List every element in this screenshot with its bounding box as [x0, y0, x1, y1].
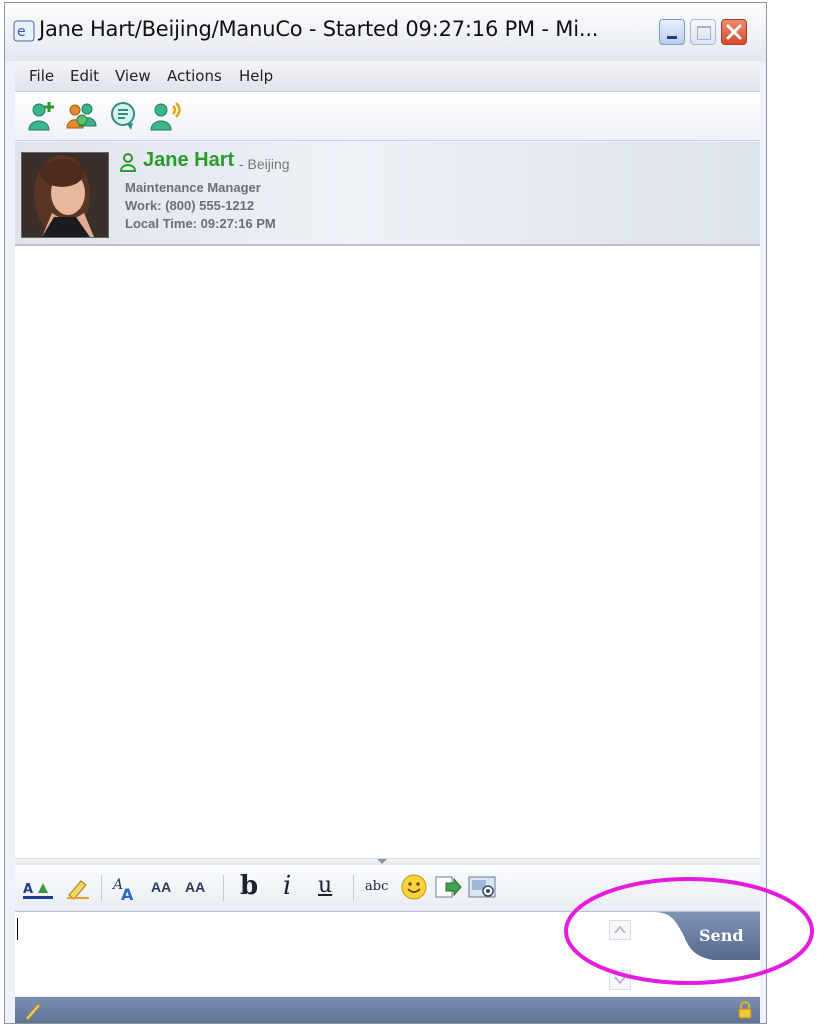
highlight-icon[interactable]: [65, 877, 93, 901]
menu-file[interactable]: File: [29, 67, 54, 85]
call-icon[interactable]: [149, 100, 183, 132]
scroll-down-button[interactable]: [609, 970, 631, 990]
send-file-icon[interactable]: [434, 873, 462, 901]
splitter[interactable]: [15, 858, 760, 865]
chat-transcript[interactable]: [15, 246, 760, 858]
minimize-button[interactable]: [659, 19, 685, 45]
grow-font-button[interactable]: AA: [151, 879, 171, 895]
window-title: Jane Hart/Beijing/ManuCo - Started 09:27…: [39, 17, 599, 41]
separator: [101, 875, 102, 901]
shrink-font-button[interactable]: AA: [185, 879, 205, 895]
emoticon-icon[interactable]: [400, 873, 428, 901]
contact-card: Jane Hart - Beijing Maintenance Manager …: [15, 142, 760, 246]
format-toolbar: A A A AA AA b i u abc: [15, 865, 760, 912]
pencil-icon: [25, 1003, 41, 1021]
status-bar: [15, 997, 760, 1023]
app-icon: e: [13, 20, 35, 42]
font-icon[interactable]: A A: [111, 875, 141, 903]
add-person-icon[interactable]: [25, 100, 59, 132]
svg-text:e: e: [17, 24, 26, 40]
message-input[interactable]: Send: [15, 912, 760, 996]
chevron-down-icon: [614, 976, 626, 985]
svg-text:A: A: [23, 882, 33, 897]
send-label[interactable]: Send: [699, 926, 744, 945]
spell-check-button[interactable]: abc: [365, 879, 388, 894]
scroll-up-button[interactable]: [609, 920, 631, 940]
contact-work-phone: Work: (800) 555-1212: [125, 198, 255, 213]
title-bar[interactable]: e Jane Hart/Beijing/ManuCo - Started 09:…: [5, 3, 766, 61]
text-color-icon[interactable]: A: [23, 879, 57, 901]
contact-title: Maintenance Manager: [125, 180, 261, 195]
chat-window: e Jane Hart/Beijing/ManuCo - Started 09:…: [4, 2, 767, 1024]
main-toolbar: [15, 92, 760, 141]
minimize-icon: [667, 36, 677, 39]
lock-icon[interactable]: [737, 1001, 753, 1019]
contact-location: - Beijing: [239, 156, 290, 172]
close-icon: [726, 24, 742, 40]
history-icon[interactable]: [107, 100, 141, 132]
contact-local-time: Local Time: 09:27:16 PM: [125, 216, 276, 231]
bold-button[interactable]: b: [240, 871, 258, 901]
online-status-icon: [119, 153, 137, 172]
menu-bar: File Edit View Actions Help: [15, 61, 760, 92]
underline-button[interactable]: u: [318, 873, 332, 898]
close-button[interactable]: [721, 19, 747, 45]
separator: [223, 875, 224, 901]
menu-actions[interactable]: Actions: [167, 67, 222, 85]
italic-button[interactable]: i: [283, 871, 291, 901]
menu-view[interactable]: View: [115, 67, 151, 85]
splitter-grip-icon[interactable]: [377, 859, 387, 864]
text-caret: [17, 918, 18, 940]
group-icon[interactable]: [65, 100, 99, 132]
menu-help[interactable]: Help: [239, 67, 273, 85]
maximize-button[interactable]: [690, 19, 716, 45]
menu-edit[interactable]: Edit: [70, 67, 99, 85]
maximize-icon: [697, 26, 711, 40]
separator: [353, 875, 354, 901]
contact-name[interactable]: Jane Hart: [143, 149, 234, 172]
screen-capture-icon[interactable]: [467, 873, 499, 901]
contact-photo: [21, 152, 109, 238]
chevron-up-icon: [614, 925, 626, 934]
svg-text:A: A: [121, 885, 134, 903]
